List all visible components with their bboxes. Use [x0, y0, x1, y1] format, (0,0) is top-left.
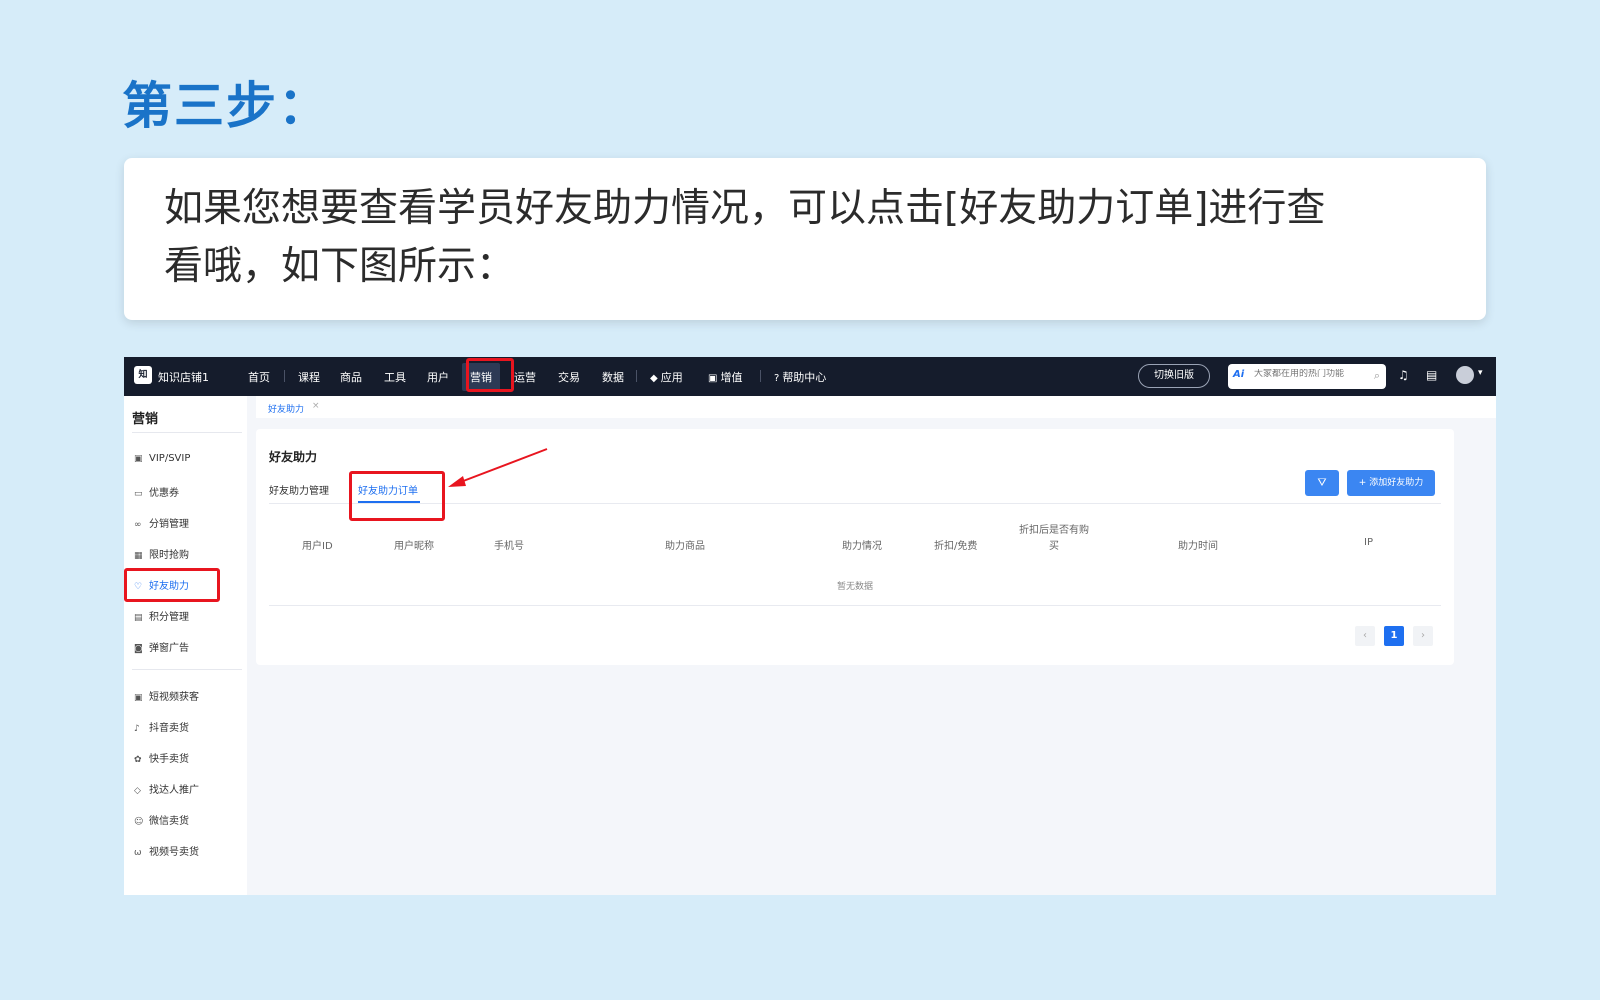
instruction-line-2: 看哦，如下图所示：: [164, 244, 516, 289]
app-screenshot: 知 知识店铺1 首页 课程 商品 工具 用户 营销 运营 交易 数据 ◆ 应用 ▣…: [124, 357, 1496, 895]
step-title: 第三步：: [122, 77, 330, 135]
instruction-line-1: 如果您想要查看学员好友助力情况，可以点击[好友助力订单]进行查: [164, 186, 1326, 231]
instruction-card: 如果您想要查看学员好友助力情况，可以点击[好友助力订单]进行查 看哦，如下图所示…: [124, 158, 1486, 320]
pointer-arrow: [448, 448, 548, 487]
